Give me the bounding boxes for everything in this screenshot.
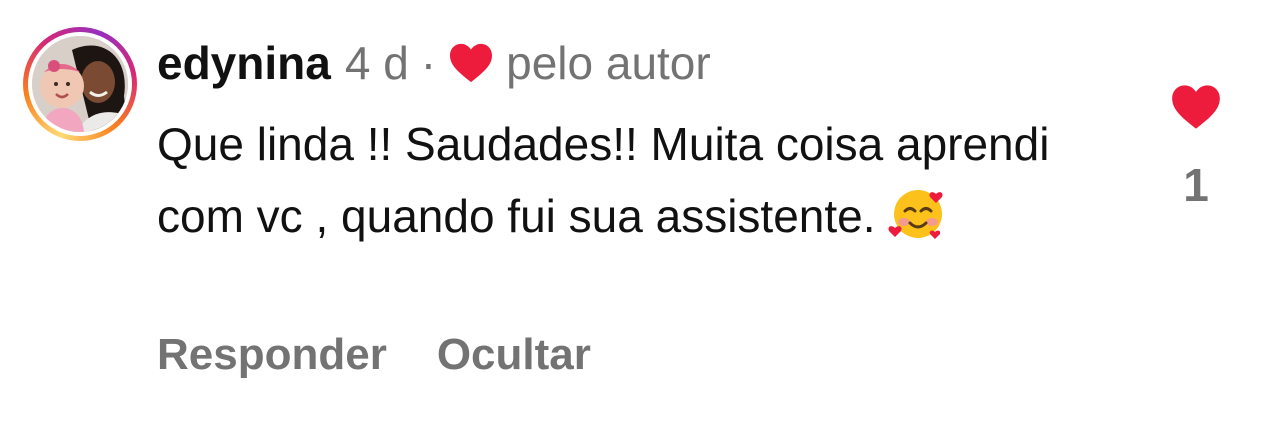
like-count[interactable]: 1 — [1170, 158, 1222, 212]
comment-body: Que linda !! Saudades!! Muita coisa apre… — [157, 108, 1147, 252]
like-heart-icon[interactable] — [1170, 83, 1222, 131]
liked-by-author-text: pelo autor — [506, 37, 711, 89]
comment-actions: Responder Ocultar — [157, 330, 591, 380]
hide-button[interactable]: Ocultar — [437, 330, 591, 380]
liked-by-author-heart-icon — [450, 43, 493, 83]
avatar[interactable] — [32, 36, 128, 132]
smiling-face-with-hearts-icon — [887, 190, 943, 239]
reply-button[interactable]: Responder — [157, 330, 387, 380]
comment-header: edynina 4 d · pelo autor — [157, 33, 711, 93]
avatar-gap — [28, 32, 132, 136]
avatar-story-ring[interactable] — [23, 27, 137, 141]
separator-dot: · — [420, 37, 437, 89]
comment-age: 4 d — [344, 37, 409, 89]
username-link[interactable]: edynina — [157, 36, 331, 90]
